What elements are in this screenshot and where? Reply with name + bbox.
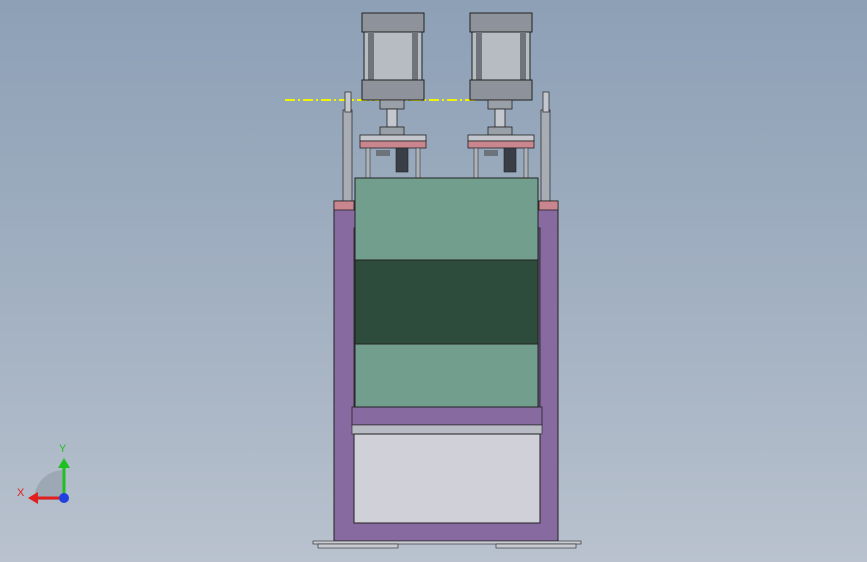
cad-model-view[interactable] [0,0,867,562]
left-press-head[interactable] [359,134,427,179]
triad-plane [34,470,64,500]
right-press-head[interactable] [467,134,535,179]
x-axis-arrowhead [28,492,38,504]
right-guide-rod[interactable] [540,91,551,203]
lower-compartment[interactable] [353,433,541,524]
y-axis-arrowhead [58,458,70,468]
triad-y-label: Y [59,443,67,455]
coordinate-triad[interactable] [28,458,70,504]
right-cylinder[interactable] [469,12,533,136]
water-tank[interactable] [354,177,539,408]
triad-x-label: X [17,487,25,499]
left-cylinder[interactable] [361,12,425,136]
graphics-viewport[interactable]: Y X [0,0,867,562]
base-feet [312,540,582,549]
z-axis-dot [59,493,69,503]
left-guide-rod[interactable] [342,91,353,203]
